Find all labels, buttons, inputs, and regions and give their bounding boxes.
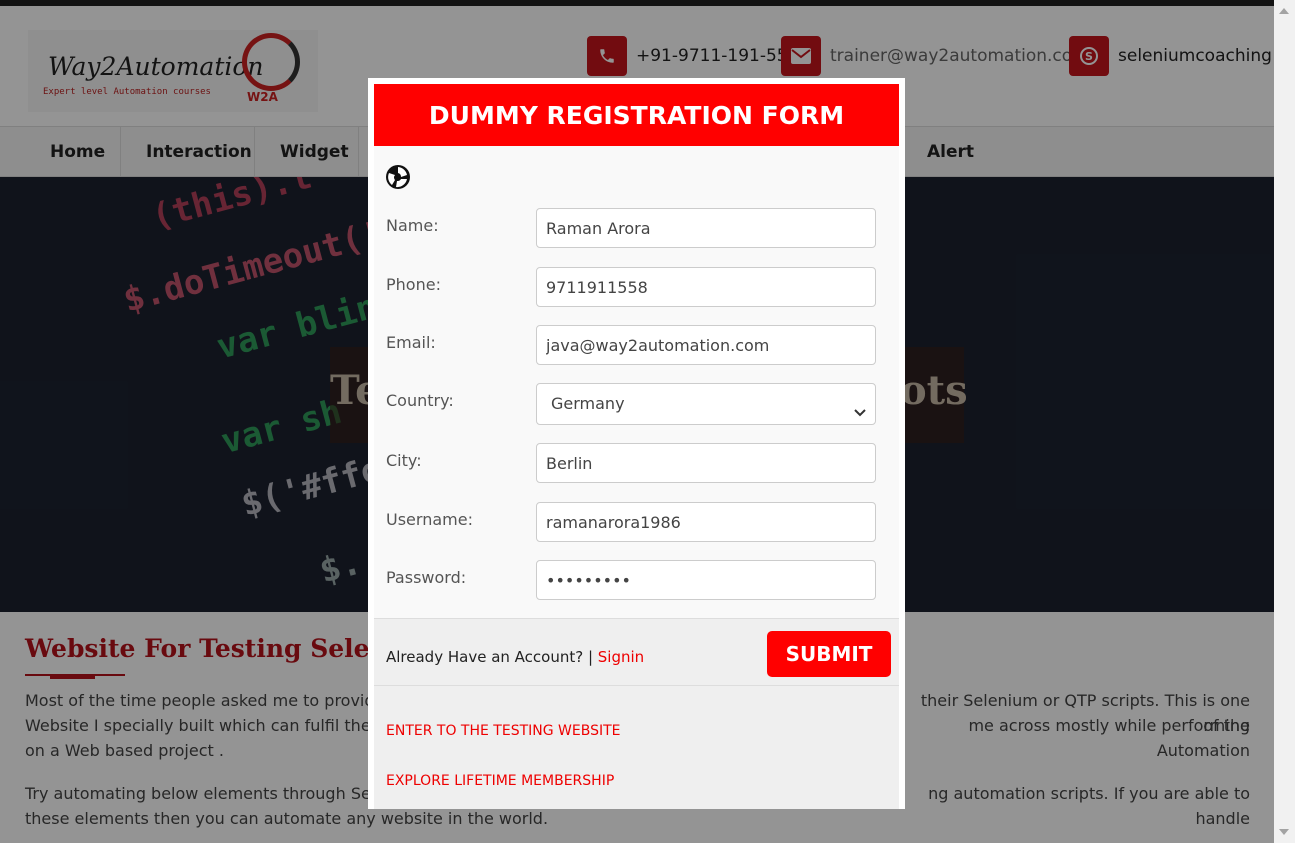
chevron-down-icon [853,394,867,434]
modal-title: DUMMY REGISTRATION FORM [428,100,845,130]
email-label: Email: [386,333,436,352]
city-label: City: [386,451,422,470]
password-input[interactable] [536,560,876,600]
country-row: Country: Germany [374,383,899,425]
already-have-account-text: Already Have an Account? | [386,648,598,666]
scroll-up-arrow-icon[interactable] [1279,8,1289,14]
phone-label: Phone: [386,275,441,294]
city-row: City: [374,443,899,483]
username-row: Username: [374,502,899,542]
scroll-down-arrow-icon[interactable] [1279,829,1289,835]
phone-input[interactable] [536,267,876,307]
username-input[interactable] [536,502,876,542]
registration-form: Name: Phone: Email: Country: Germany Cit… [374,146,899,618]
page-scrollbar[interactable] [1274,0,1295,843]
modal-header: DUMMY REGISTRATION FORM [374,84,899,146]
enter-testing-website-link[interactable]: ENTER TO THE TESTING WEBSITE [386,723,621,739]
signin-link[interactable]: Signin [598,648,644,666]
email-input[interactable] [536,325,876,365]
modal-footer: Already Have an Account? | Signin SUBMIT [374,618,899,686]
modal-links: ENTER TO THE TESTING WEBSITE EXPLORE LIF… [374,686,899,809]
registration-modal: DUMMY REGISTRATION FORM Name: Phone: Ema… [368,78,905,809]
loading-spinner-icon [385,164,411,195]
country-selected-value: Germany [551,394,625,413]
country-select[interactable]: Germany [536,383,876,425]
submit-button[interactable]: SUBMIT [767,631,891,677]
lifetime-membership-link[interactable]: EXPLORE LIFETIME MEMBERSHIP [386,773,614,789]
account-prompt: Already Have an Account? | Signin [386,648,644,666]
password-label: Password: [386,568,467,587]
name-input[interactable] [536,208,876,248]
username-label: Username: [386,510,473,529]
password-row: Password: [374,560,899,600]
phone-row: Phone: [374,267,899,307]
country-label: Country: [386,391,454,410]
city-input[interactable] [536,443,876,483]
name-row: Name: [374,208,899,248]
name-label: Name: [386,216,439,235]
email-row: Email: [374,325,899,365]
